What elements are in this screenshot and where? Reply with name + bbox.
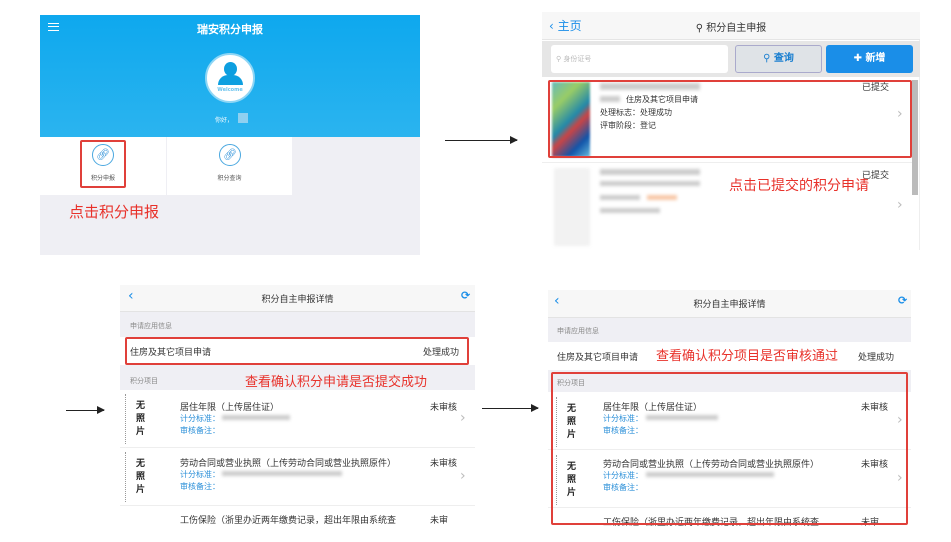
annotation: 查看确认积分申请是否提交成功 [245, 375, 428, 390]
add-label: 新增 [865, 53, 886, 64]
score-item[interactable]: 工伤保险（浙里办近两年缴费记录，超出年限由系统查 未审 [120, 506, 475, 525]
application-status: 处理成功 [858, 353, 895, 363]
nav-bar: ‹ 积分自主申报详情 ⟳ [548, 290, 911, 318]
section-items-label: 积分项目 [130, 377, 158, 385]
welcome-text: Welcome [217, 87, 243, 93]
nav-title: ⚲ 积分自主申报 [542, 19, 920, 34]
id-search-input[interactable]: ⚲ 身份证号 [551, 45, 728, 73]
query-button[interactable]: ⚲ 查询 [735, 45, 822, 73]
annotation: 查看确认积分项目是否审核通过 [656, 349, 839, 364]
item-status: 未审 [430, 513, 449, 525]
item-name: 居住年限（上传居住证） [180, 403, 280, 413]
arrow-3 [482, 404, 539, 412]
item-name: 劳动合同或营业执照（上传劳动合同或营业执照原件） [180, 459, 397, 469]
add-button[interactable]: ✚ 新增 [826, 45, 913, 73]
app-title: 瑞安积分申报 [197, 23, 263, 36]
placeholder: 身份证号 [563, 55, 592, 63]
no-photo-placeholder: 无照片 [125, 394, 155, 444]
annotation: 点击积分申报 [69, 203, 160, 221]
user-icon [224, 62, 237, 76]
greeting: 你好， [215, 117, 234, 124]
note-label: 审核备注： [180, 482, 220, 491]
search-bar: ⚲ 身份证号 ⚲ 查询 ✚ 新增 [542, 41, 920, 77]
arrow-1 [445, 136, 518, 144]
home-header: 瑞安积分申报 Welcome 你好， [40, 15, 420, 137]
nav-bar: ‹ 积分自主申报详情 ⟳ [120, 285, 475, 312]
arrow-2 [66, 406, 105, 414]
section-info-label: 申请应用信息 [557, 327, 599, 335]
highlight-box [551, 372, 908, 525]
apply-list-screen: ‹ 主页 ⚲ 积分自主申报 ⚲ 身份证号 ⚲ 查询 ✚ 新增 住房及其它项目申请… [542, 12, 920, 250]
score-item[interactable]: 无照片 劳动合同或营业执照（上传劳动合同或营业执照原件） 未审核 计分标准： 审… [120, 448, 475, 506]
item-status: 未审核 [430, 403, 458, 413]
std-label: 计分标准： [180, 414, 220, 423]
tile-query[interactable]: 🔗︎ 积分查询 [167, 137, 292, 195]
highlight-box [548, 80, 912, 158]
detail-screen-review: ‹ 积分自主申报详情 ⟳ 申请应用信息 住房及其它项目申请 处理成功 查看确认积… [548, 290, 911, 526]
highlight-box [125, 337, 469, 365]
avatar[interactable]: Welcome [205, 53, 255, 103]
no-photo-placeholder: 无照片 [125, 452, 155, 502]
search-icon: ⚲ [695, 23, 704, 34]
nav-title: 积分自主申报详情 [261, 295, 334, 305]
chevron-right-icon: › [460, 468, 466, 484]
item-name: 工伤保险（浙里办近两年缴费记录，超出年限由系统查 [180, 516, 397, 525]
std-label: 计分标准： [180, 470, 220, 479]
highlight-box [80, 140, 126, 188]
link-icon: 🔗︎ [219, 144, 241, 166]
title-text: 积分自主申报 [706, 23, 767, 34]
section-info-label: 申请应用信息 [130, 322, 172, 330]
scrollbar[interactable] [912, 80, 918, 195]
nav-title: 积分自主申报详情 [693, 300, 766, 310]
item-status: 未审核 [430, 459, 458, 469]
refresh-icon[interactable]: ⟳ [461, 289, 470, 302]
nav-bar: ‹ 主页 ⚲ 积分自主申报 [542, 12, 920, 40]
note-label: 审核备注： [180, 426, 220, 435]
tile-label: 积分查询 [217, 175, 242, 182]
query-label: 查询 [773, 53, 794, 64]
detail-screen-submitted: ‹ 积分自主申报详情 ⟳ 申请应用信息 住房及其它项目申请 处理成功 积分项目 … [120, 285, 475, 525]
chevron-right-icon: › [897, 197, 903, 213]
chevron-right-icon: › [460, 410, 466, 426]
score-item[interactable]: 无照片 居住年限（上传居住证） 未审核 计分标准： 审核备注： › [120, 390, 475, 448]
home-screen: 瑞安积分申报 Welcome 你好， 🔗︎ 积分申报 🔗︎ 积分查询 点击积分申… [40, 15, 420, 255]
refresh-icon[interactable]: ⟳ [898, 294, 907, 307]
annotation: 点击已提交的积分申请 [729, 178, 869, 194]
application-name: 住房及其它项目申请 [557, 353, 639, 363]
